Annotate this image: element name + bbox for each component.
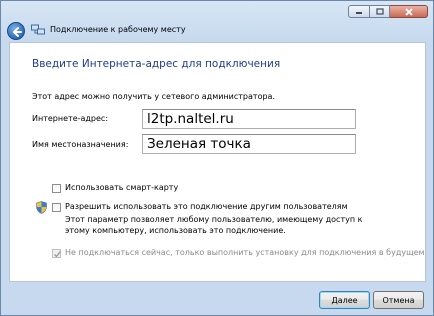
page-description: Этот адрес можно получить у сетевого адм… <box>32 92 275 101</box>
destination-label: Имя местоназначения: <box>32 140 129 149</box>
back-button[interactable] <box>7 22 25 40</box>
allow-others-checkbox[interactable] <box>52 203 61 212</box>
uac-shield-icon <box>36 201 47 214</box>
smartcard-checkbox[interactable] <box>52 184 61 193</box>
window-title: Подключение к рабочему месту <box>50 25 186 34</box>
wizard-content: Введите Интернета-адрес для подключения … <box>9 42 426 282</box>
no-connect-label[interactable]: Не подключаться сейчас, только выполнить… <box>65 248 425 257</box>
close-icon <box>404 7 413 16</box>
network-connection-icon <box>31 24 45 35</box>
wizard-window: Подключение к рабочему месту Введите Инт… <box>0 0 434 316</box>
maximize-icon <box>375 8 384 15</box>
minimize-icon <box>356 11 362 14</box>
allow-others-label[interactable]: Разрешить использовать это подключение д… <box>65 202 348 211</box>
title-bar: Подключение к рабочему месту <box>1 1 433 41</box>
destination-input[interactable]: Зеленая точка <box>142 134 356 154</box>
back-arrow-icon <box>13 27 22 37</box>
minimize-button[interactable] <box>348 5 370 18</box>
no-connect-checkbox[interactable] <box>52 249 62 258</box>
address-input[interactable]: l2tp.naltel.ru <box>142 109 356 129</box>
maximize-button[interactable] <box>370 5 390 18</box>
checkmark-icon <box>53 251 62 258</box>
close-button[interactable] <box>390 5 428 18</box>
cancel-button[interactable]: Отмена <box>373 291 424 309</box>
address-label: Интернете-адрес: <box>32 114 109 123</box>
allow-others-note: Этот параметр позволяет любому пользоват… <box>65 215 363 235</box>
smartcard-label[interactable]: Использовать смарт-карту <box>65 183 178 192</box>
page-heading: Введите Интернета-адрес для подключения <box>32 58 281 70</box>
caption-buttons <box>348 5 428 19</box>
next-button[interactable]: Далее <box>319 291 370 309</box>
